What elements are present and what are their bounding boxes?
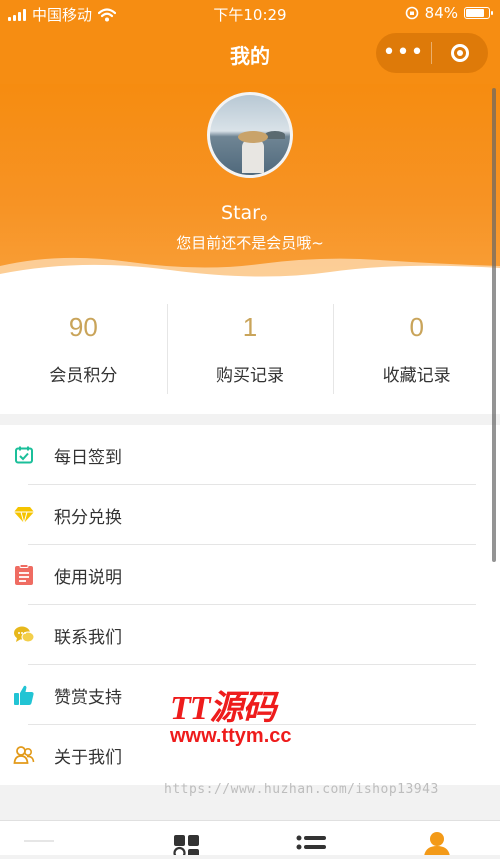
status-bar: 中国移动 下午10:29 84%: [0, 0, 500, 28]
list-icon: [296, 835, 326, 850]
menu-item-tip-support[interactable]: 赞赏支持: [0, 665, 500, 725]
battery-icon: [464, 7, 493, 19]
menu-item-points-exchange[interactable]: 积分兑换: [0, 485, 500, 545]
rotation-lock-icon: [405, 6, 418, 20]
category-grid-icon: [173, 835, 199, 859]
calendar-check-icon: [12, 443, 36, 467]
tab-category[interactable]: [172, 833, 202, 859]
header-wave: [0, 257, 500, 284]
battery-percent: 84%: [424, 4, 458, 22]
username: Star。: [221, 202, 279, 224]
avatar[interactable]: [207, 92, 293, 178]
stat-purchases[interactable]: 1 购买记录: [166, 284, 334, 414]
menu-label: 赞赏支持: [54, 687, 122, 708]
stat-value: 1: [242, 312, 258, 342]
menu-label: 积分兑换: [54, 507, 122, 528]
mini-program-capsule: •••: [376, 33, 488, 73]
tab-profile[interactable]: [422, 831, 452, 859]
profile-header: Star。 您目前还不是会员哦~: [0, 84, 500, 284]
stat-label: 购买记录: [216, 366, 284, 386]
menu-list: 每日签到 积分兑换 使用说明 联系我们 赞赏支持 关于我们: [0, 425, 500, 785]
stat-value: 0: [409, 312, 424, 342]
nav-bar: 我的 •••: [0, 28, 500, 84]
battery-fill: [466, 9, 485, 17]
stat-label: 会员积分: [49, 366, 118, 386]
users-icon: [12, 743, 36, 767]
menu-label: 使用说明: [54, 567, 122, 588]
close-button[interactable]: [432, 44, 487, 62]
status-right: 84%: [405, 4, 493, 22]
thumbs-up-icon: [12, 683, 36, 707]
menu-label: 联系我们: [54, 627, 122, 648]
tab-bar: [0, 820, 500, 859]
close-circle-icon: [450, 44, 469, 62]
stat-favorites[interactable]: 0 收藏记录: [333, 284, 500, 414]
menu-item-daily-checkin[interactable]: 每日签到: [0, 425, 500, 485]
stat-value: 90: [68, 312, 98, 342]
menu-item-contact-us[interactable]: 联系我们: [0, 605, 500, 665]
scrollbar[interactable]: [492, 88, 496, 562]
menu-label: 关于我们: [54, 747, 122, 768]
menu-item-about-us[interactable]: 关于我们: [0, 725, 500, 785]
menu-item-instructions[interactable]: 使用说明: [0, 545, 500, 605]
watermark-url: https://www.huzhan.com/ishop13943: [164, 782, 439, 797]
tab-home[interactable]: [22, 835, 56, 859]
user-profile-icon: [424, 832, 450, 857]
stat-label: 收藏记录: [382, 366, 451, 386]
document-list-icon: [12, 563, 36, 587]
chat-bubbles-icon: [12, 623, 36, 647]
stat-points[interactable]: 90 会员积分: [0, 284, 167, 414]
stats-panel: 90 会员积分 1 购买记录 0 收藏记录: [0, 284, 500, 414]
home-icon: [24, 840, 54, 842]
diamond-icon: [12, 503, 36, 527]
menu-label: 每日签到: [54, 447, 122, 468]
tab-list[interactable]: [296, 835, 328, 859]
more-options-button[interactable]: •••: [376, 33, 431, 73]
